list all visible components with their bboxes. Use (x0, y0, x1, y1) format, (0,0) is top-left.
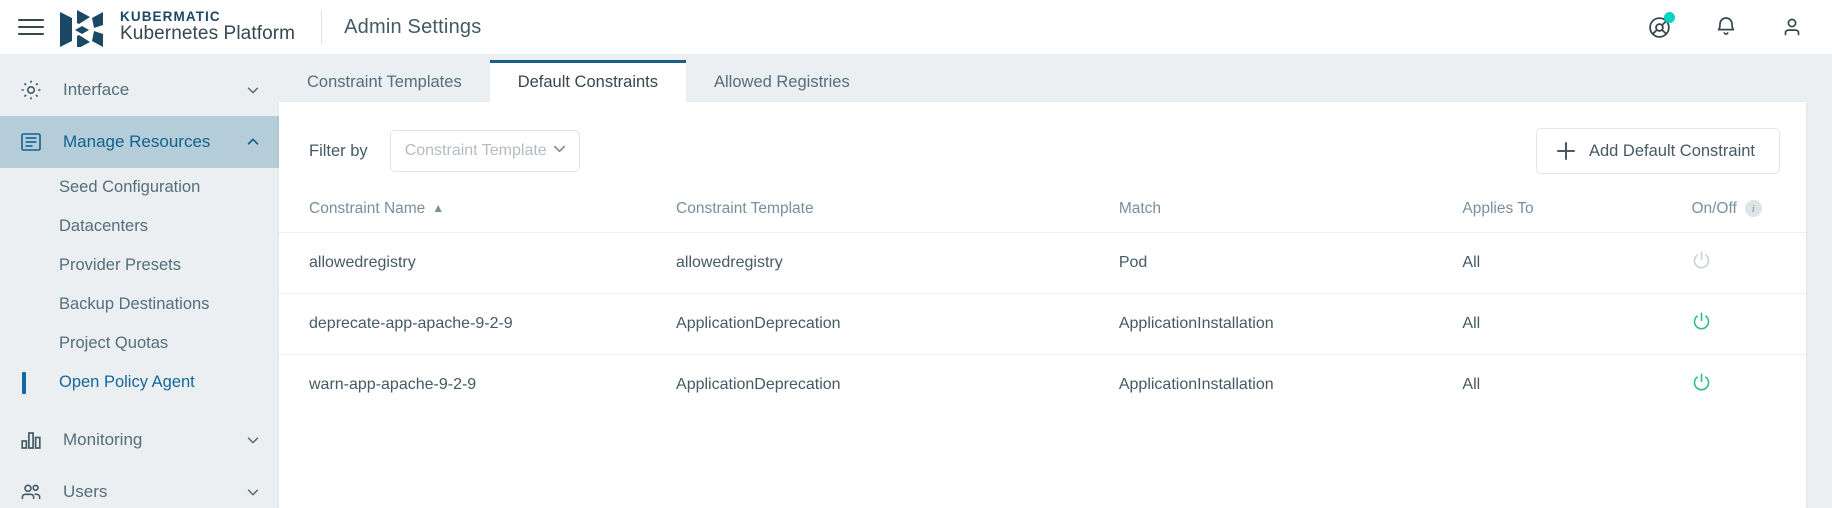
default-constraints-panel: Filter by Constraint Template Add Defaul… (279, 102, 1806, 508)
constraint-template-filter-select[interactable]: Constraint Template (390, 130, 580, 172)
chevron-up-icon (245, 135, 261, 149)
chevron-down-icon (552, 141, 567, 161)
kubermatic-logo-icon (58, 7, 108, 47)
sidebar-group-monitoring: Monitoring (0, 414, 279, 466)
sidebar-item-manage-resources[interactable]: Manage Resources (0, 116, 279, 168)
cell-match: ApplicationInstallation (1119, 355, 1463, 416)
bar-chart-icon (16, 428, 46, 452)
table-body: allowedregistry allowedregistry Pod All (279, 233, 1806, 416)
top-bar-actions (1646, 13, 1806, 41)
users-icon (16, 480, 46, 504)
table-row[interactable]: allowedregistry allowedregistry Pod All (279, 233, 1806, 294)
sidebar-item-label: Interface (63, 80, 245, 100)
power-toggle-icon[interactable] (1691, 372, 1712, 393)
cell-applies-to: All (1462, 294, 1691, 355)
table-header: Constraint Name ▲ Constraint Template Mat… (279, 174, 1806, 233)
account-person-icon[interactable] (1778, 13, 1806, 41)
cell-match: Pod (1119, 233, 1463, 294)
brand-name: KUBERMATIC (120, 10, 295, 24)
column-header-applies-to[interactable]: Applies To (1462, 174, 1691, 233)
hamburger-icon[interactable] (18, 14, 44, 40)
sidebar-item-label: Users (63, 482, 245, 502)
sidebar: Interface (0, 54, 279, 508)
chevron-down-icon (245, 83, 261, 97)
sidebar-item-provider-presets[interactable]: Provider Presets (0, 246, 279, 285)
cell-constraint-name: allowedregistry (279, 233, 676, 294)
sidebar-item-project-quotas[interactable]: Project Quotas (0, 324, 279, 363)
gear-icon (16, 78, 46, 102)
cell-constraint-name: deprecate-app-apache-9-2-9 (279, 294, 676, 355)
panel-toolbar: Filter by Constraint Template Add Defaul… (279, 102, 1806, 174)
column-header-constraint-template[interactable]: Constraint Template (676, 174, 1119, 233)
kubermatic-logo[interactable]: KUBERMATIC Kubernetes Platform (58, 7, 295, 47)
column-header-on-off: On/Off i (1691, 174, 1806, 233)
column-label: Constraint Name (309, 200, 425, 217)
column-label: On/Off (1691, 200, 1736, 217)
filter-placeholder: Constraint Template (405, 142, 552, 160)
cell-constraint-template: ApplicationDeprecation (676, 355, 1119, 416)
page-body: Interface (0, 54, 1832, 508)
sidebar-item-label: Manage Resources (63, 132, 245, 152)
table-row[interactable]: deprecate-app-apache-9-2-9 ApplicationDe… (279, 294, 1806, 355)
add-default-constraint-label: Add Default Constraint (1589, 142, 1755, 161)
cell-match: ApplicationInstallation (1119, 294, 1463, 355)
sidebar-group-manage-resources: Manage Resources Seed Configuration Data… (0, 116, 279, 402)
cell-on-off-toggle (1691, 294, 1806, 355)
plus-icon (1557, 142, 1575, 160)
sidebar-submenu-manage-resources: Seed Configuration Datacenters Provider … (0, 168, 279, 402)
column-header-constraint-name[interactable]: Constraint Name ▲ (279, 174, 676, 233)
sort-ascending-icon: ▲ (432, 201, 444, 215)
sidebar-item-users[interactable]: Users (0, 466, 279, 508)
add-default-constraint-button[interactable]: Add Default Constraint (1536, 128, 1780, 174)
cell-on-off-toggle (1691, 233, 1806, 294)
tab-default-constraints[interactable]: Default Constraints (490, 60, 686, 102)
sidebar-item-monitoring[interactable]: Monitoring (0, 414, 279, 466)
default-constraints-table: Constraint Name ▲ Constraint Template Mat… (279, 174, 1806, 415)
help-icon[interactable] (1646, 13, 1674, 41)
brand-subtitle: Kubernetes Platform (120, 24, 295, 44)
cell-on-off-toggle (1691, 355, 1806, 416)
column-header-match[interactable]: Match (1119, 174, 1463, 233)
power-toggle-icon[interactable] (1691, 250, 1712, 271)
table-header-row: Constraint Name ▲ Constraint Template Mat… (279, 174, 1806, 233)
tab-constraint-templates[interactable]: Constraint Templates (279, 62, 490, 102)
sidebar-item-label: Monitoring (63, 430, 245, 450)
cell-applies-to: All (1462, 233, 1691, 294)
tab-bar: Constraint Templates Default Constraints… (279, 54, 1806, 102)
chevron-down-icon (245, 485, 261, 499)
list-panel-icon (16, 130, 46, 154)
power-toggle-icon[interactable] (1691, 311, 1712, 332)
filter-by-label: Filter by (309, 142, 368, 161)
sidebar-item-open-policy-agent[interactable]: Open Policy Agent (0, 363, 279, 402)
sidebar-item-interface[interactable]: Interface (0, 64, 279, 116)
sidebar-group-users: Users (0, 466, 279, 508)
sidebar-group-interface: Interface (0, 64, 279, 116)
divider (321, 10, 322, 44)
cell-constraint-template: ApplicationDeprecation (676, 294, 1119, 355)
help-notification-badge (1664, 12, 1675, 23)
chevron-down-icon (245, 433, 261, 447)
top-bar: KUBERMATIC Kubernetes Platform Admin Set… (0, 0, 1832, 54)
cell-applies-to: All (1462, 355, 1691, 416)
cell-constraint-template: allowedregistry (676, 233, 1119, 294)
page-title: Admin Settings (344, 16, 481, 39)
tab-allowed-registries[interactable]: Allowed Registries (686, 62, 878, 102)
info-icon[interactable]: i (1745, 200, 1762, 217)
table-row[interactable]: warn-app-apache-9-2-9 ApplicationDepreca… (279, 355, 1806, 416)
cell-constraint-name: warn-app-apache-9-2-9 (279, 355, 676, 416)
sidebar-item-datacenters[interactable]: Datacenters (0, 207, 279, 246)
notifications-bell-icon[interactable] (1712, 13, 1740, 41)
admin-settings-page: KUBERMATIC Kubernetes Platform Admin Set… (0, 0, 1832, 508)
main-content: Constraint Templates Default Constraints… (279, 54, 1832, 508)
sidebar-item-backup-destinations[interactable]: Backup Destinations (0, 285, 279, 324)
sidebar-item-seed-configuration[interactable]: Seed Configuration (0, 168, 279, 207)
